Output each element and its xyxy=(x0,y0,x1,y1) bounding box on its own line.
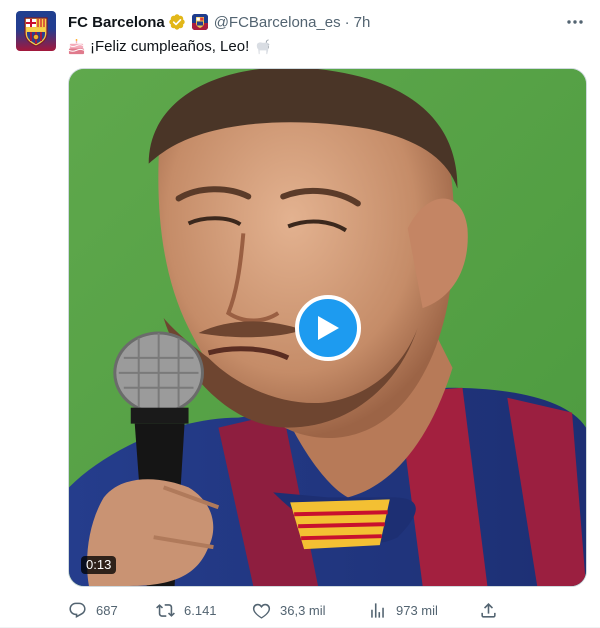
heart-icon xyxy=(252,603,271,619)
tweet-timestamp[interactable]: 7h xyxy=(354,14,371,31)
tweet-card[interactable]: FC Barcelona @FCBarcelona_es · 7h ¡Feliz… xyxy=(0,0,600,628)
birthday-cake-icon xyxy=(68,38,85,54)
tweet-text: ¡Feliz cumpleaños, Leo! xyxy=(68,37,271,57)
share-icon xyxy=(481,602,496,618)
video-player[interactable]: 0:13 xyxy=(68,68,587,587)
views-count: 973 mil xyxy=(396,602,438,618)
reply-button[interactable]: 687 xyxy=(68,601,118,620)
retweet-count: 6.141 xyxy=(184,602,217,618)
retweet-button[interactable]: 6.141 xyxy=(156,601,217,620)
video-duration: 0:13 xyxy=(81,556,117,574)
reply-icon xyxy=(69,602,86,618)
more-options-icon[interactable] xyxy=(564,12,586,32)
reply-count: 687 xyxy=(96,602,118,618)
like-button[interactable]: 36,3 mil xyxy=(252,601,326,620)
like-count: 36,3 mil xyxy=(280,602,326,618)
goat-icon xyxy=(257,38,270,54)
display-name[interactable]: FC Barcelona xyxy=(68,14,165,31)
tweet-body-text: ¡Feliz cumpleaños, Leo! xyxy=(90,38,250,55)
verified-gold-icon[interactable] xyxy=(168,13,186,31)
play-icon xyxy=(318,316,339,340)
retweet-icon xyxy=(156,603,175,617)
separator-dot: · xyxy=(344,13,350,31)
views-button[interactable]: 973 mil xyxy=(368,601,438,620)
avatar[interactable] xyxy=(16,11,56,51)
tweet-header: FC Barcelona @FCBarcelona_es · 7h xyxy=(68,12,370,32)
share-button[interactable] xyxy=(479,601,498,620)
tweet-actions: 687 6.141 36,3 mil 973 mil xyxy=(68,600,508,620)
affiliate-badge-icon[interactable] xyxy=(191,14,208,30)
user-handle[interactable]: @FCBarcelona_es xyxy=(214,14,341,31)
views-chart-icon xyxy=(371,602,384,618)
fcb-crest-icon xyxy=(24,17,48,47)
play-button[interactable] xyxy=(295,295,361,361)
